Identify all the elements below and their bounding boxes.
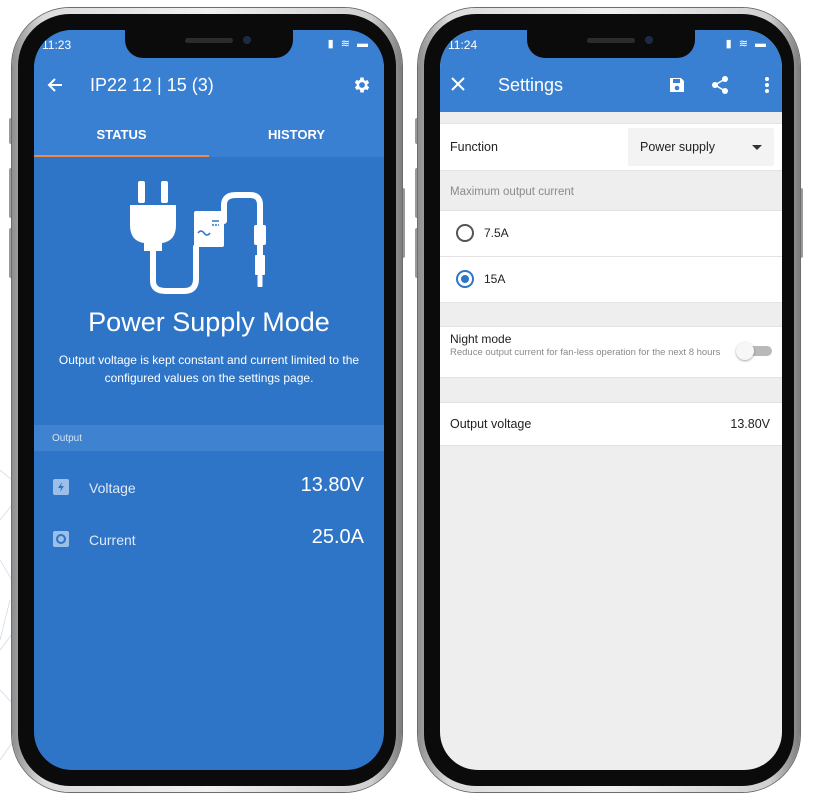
gear-icon[interactable] — [352, 75, 372, 99]
app-bar: IP22 12 | 15 (3) — [34, 60, 384, 112]
speaker-grille — [185, 38, 233, 43]
function-label: Function — [450, 140, 498, 154]
radio-15a[interactable] — [456, 270, 474, 288]
mode-title: Power Supply Mode — [88, 307, 330, 337]
battery-icon-svg — [58, 482, 64, 492]
battery-icon — [53, 479, 69, 495]
radio-label-15a: 15A — [484, 272, 506, 286]
more-vert-icon[interactable] — [764, 76, 770, 98]
output-section-header: Output — [34, 425, 384, 451]
tab-status[interactable]: STATUS — [34, 127, 209, 142]
current-option-15a[interactable]: 15A — [440, 256, 782, 303]
share-icon-svg — [712, 76, 728, 94]
radio-7-5a[interactable] — [456, 224, 474, 242]
save-icon[interactable] — [668, 76, 686, 98]
current-row: Current 25.0A — [34, 514, 384, 566]
current-icon-svg — [56, 534, 66, 544]
current-value: 25.0A — [311, 526, 364, 548]
device-title: IP22 12 | 15 (3) — [90, 75, 214, 95]
output-header-label: Output — [52, 433, 83, 444]
function-select[interactable]: Power supply — [628, 128, 774, 166]
night-mode-description: Reduce output current for fan-less opera… — [450, 347, 721, 358]
function-row: Function Power supply — [440, 123, 782, 171]
voltage-value: 13.80V — [300, 474, 364, 496]
phone-settings-screen: 11:24 ▮ ≋ ▬ Settings Function Power supp… — [415, 8, 803, 792]
tab-history[interactable]: HISTORY — [209, 127, 384, 142]
output-voltage-row[interactable]: Output voltage 13.80V — [440, 402, 782, 446]
share-icon[interactable] — [710, 75, 730, 99]
arrow-left-icon[interactable] — [46, 76, 64, 98]
mode-description: Output voltage is kept constant and curr… — [58, 353, 360, 385]
tab-bar: STATUS HISTORY — [34, 112, 384, 157]
voltage-row: Voltage 13.80V — [34, 462, 384, 514]
current-option-7-5a[interactable]: 7.5A — [440, 210, 782, 257]
chevron-down-icon — [752, 145, 762, 150]
current-icon — [53, 531, 69, 547]
phone-notch — [527, 30, 695, 58]
save-icon-svg — [670, 78, 684, 92]
phone-notch — [125, 30, 293, 58]
current-label: Current — [89, 532, 136, 548]
function-selected-value: Power supply — [640, 140, 716, 154]
status-screen: 11:23 ▮ ≋ ▬ IP22 12 | 15 (3) STATUS HIST… — [34, 30, 384, 770]
night-mode-row: Night mode Reduce output current for fan… — [440, 326, 782, 378]
settings-screen: 11:24 ▮ ≋ ▬ Settings Function Power supp… — [440, 30, 782, 770]
status-time: 11:24 — [448, 38, 478, 52]
max-current-section-label: Maximum output current — [450, 186, 574, 198]
arrow-left-icon-svg — [47, 78, 62, 92]
speaker-grille — [587, 38, 635, 43]
more-vert-icon-svg — [765, 77, 769, 93]
radio-label-7-5a: 7.5A — [484, 226, 509, 240]
output-voltage-value: 13.80V — [730, 417, 770, 431]
phone-status-screen: 11:23 ▮ ≋ ▬ IP22 12 | 15 (3) STATUS HIST… — [9, 8, 405, 792]
status-time: 11:23 — [42, 38, 72, 52]
output-voltage-label: Output voltage — [450, 417, 532, 431]
status-icons: ▮ ≋ ▬ — [725, 38, 768, 50]
status-icons: ▮ ≋ ▬ — [327, 38, 370, 50]
close-icon-svg — [451, 77, 465, 91]
front-camera — [645, 36, 653, 44]
settings-app-bar: Settings — [440, 60, 782, 112]
mode-hero: Power Supply Mode Output voltage is kept… — [34, 157, 384, 425]
toggle-thumb — [736, 342, 754, 360]
settings-title: Settings — [498, 75, 564, 95]
night-mode-toggle[interactable] — [736, 342, 772, 360]
gear-icon-svg — [354, 77, 370, 93]
close-icon[interactable] — [450, 76, 466, 96]
night-mode-title: Night mode — [450, 332, 512, 346]
power-plug-converter-icon — [130, 181, 266, 294]
voltage-label: Voltage — [89, 480, 136, 496]
front-camera — [243, 36, 251, 44]
